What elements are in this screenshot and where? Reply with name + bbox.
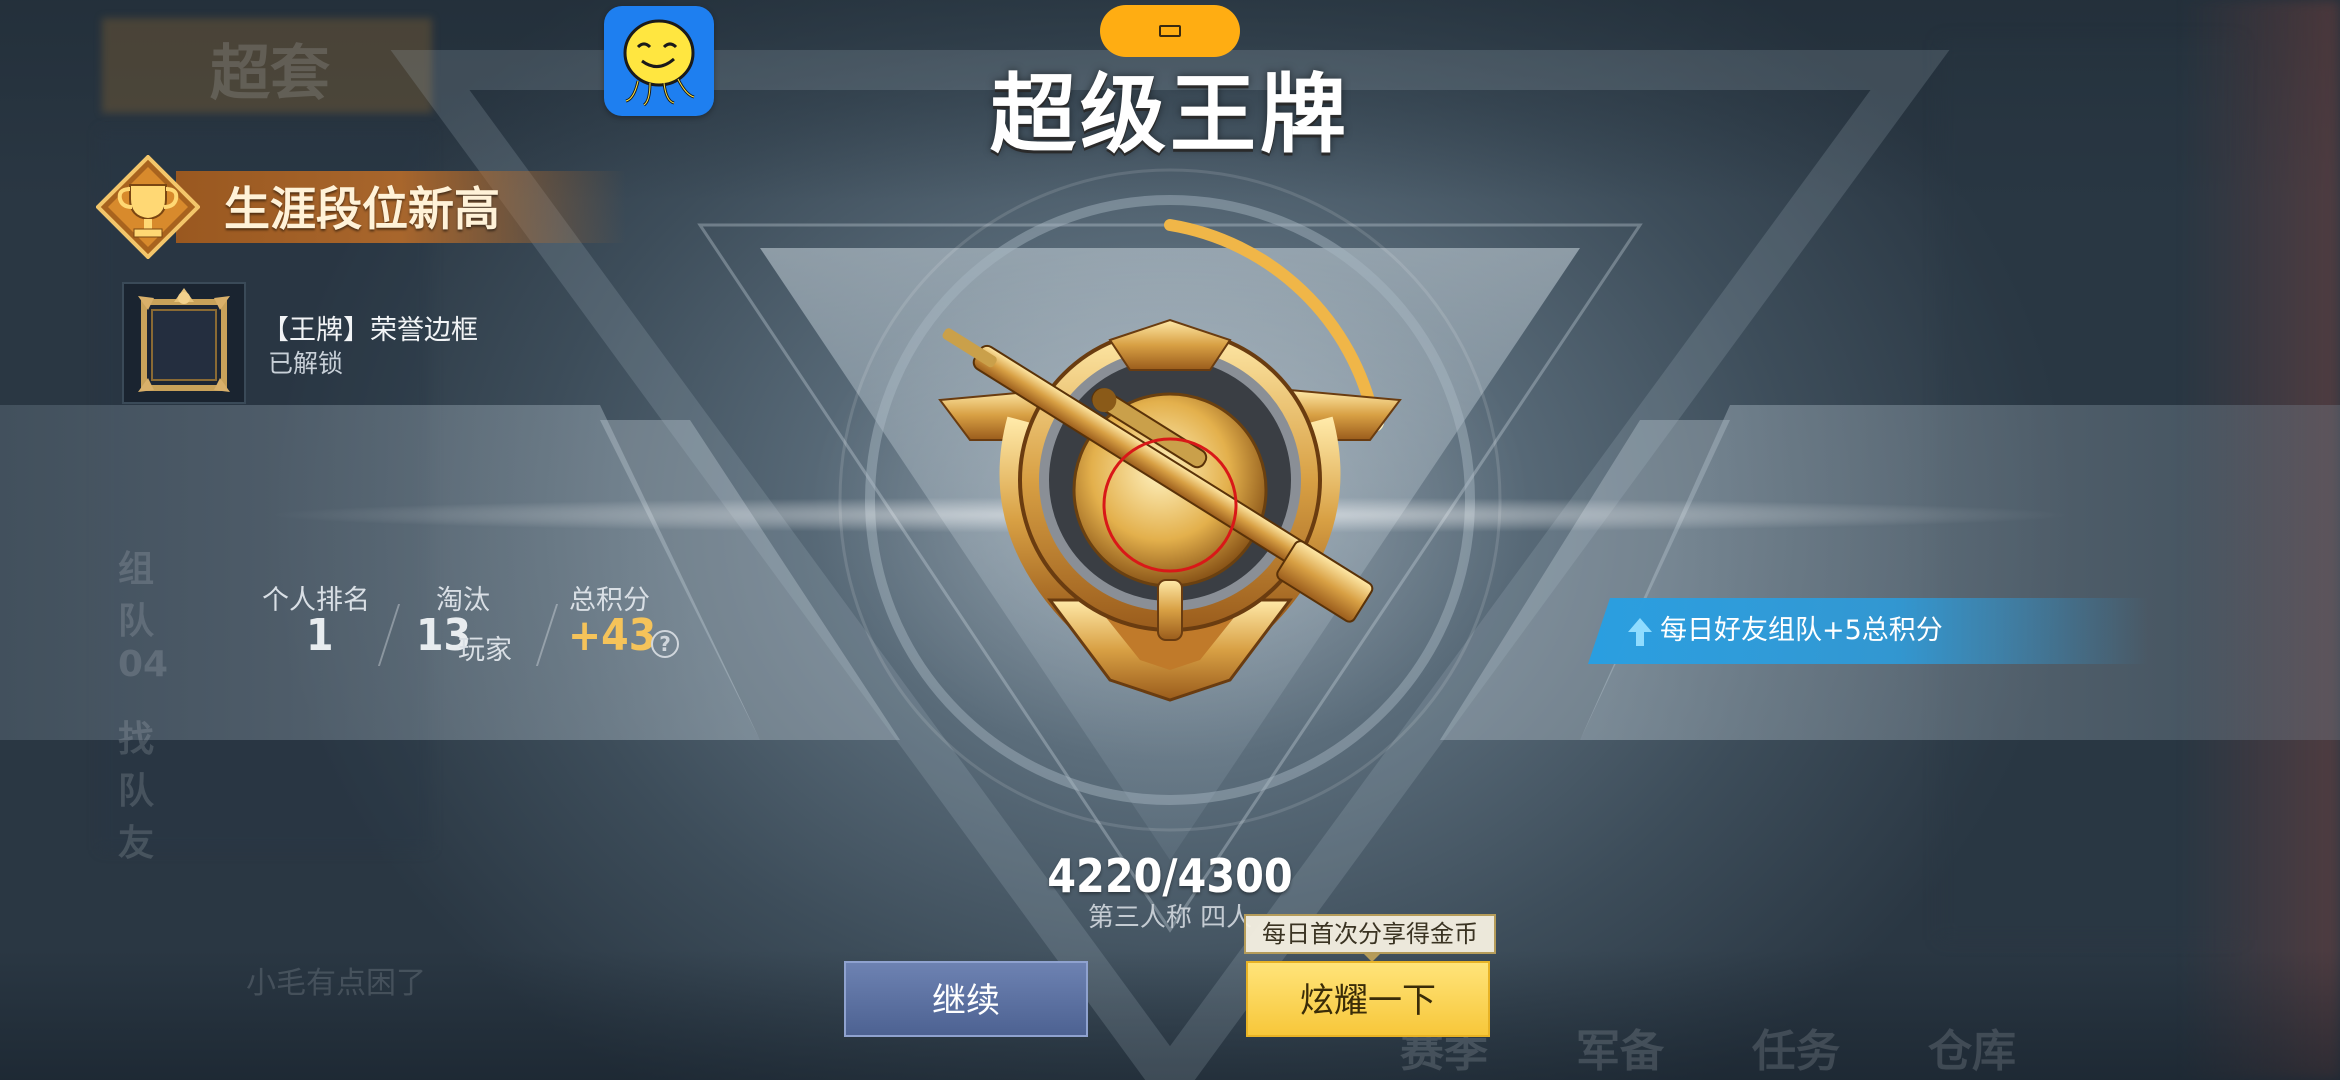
record-icon: [1159, 25, 1181, 37]
friend-bonus-banner: 每日好友组队+5总积分: [1588, 598, 2148, 664]
rank-value: 1: [306, 610, 334, 661]
share-button[interactable]: 炫耀一下: [1246, 961, 1490, 1037]
rank-title: 超级王牌: [990, 65, 1350, 165]
career-high-banner: 生涯段位新高: [96, 155, 626, 265]
honor-frame-icon: [138, 288, 230, 392]
ace-rank-emblem-icon: [938, 219, 1402, 702]
up-arrow-icon: [1628, 618, 1652, 646]
background-ghost-text: 小毛有点困了: [246, 966, 426, 1001]
smiley-octopus-logo-icon: [623, 19, 695, 107]
share-reward-tooltip: 每日首次分享得金币: [1244, 914, 1496, 962]
trophy-icon: [96, 155, 200, 259]
friend-bonus-text: 每日好友组队+5总积分: [1660, 615, 1943, 646]
reward-name: 【王牌】荣誉边框: [262, 315, 478, 346]
background-ghost-text: 找队友: [118, 719, 155, 864]
background-ghost-text: 超套: [210, 39, 330, 109]
screen-record-indicator[interactable]: [1100, 5, 1240, 57]
career-banner-label: 生涯段位新高: [224, 182, 500, 236]
help-icon[interactable]: ?: [651, 630, 679, 658]
rank-points-progress: 4220/4300: [1047, 849, 1293, 903]
continue-button[interactable]: 继续: [844, 961, 1088, 1037]
reward-frame-thumbnail[interactable]: [122, 282, 246, 404]
kills-unit: 玩家: [458, 635, 512, 666]
background-ghost-text: 赛季 军备 任务 仓库: [1400, 1026, 2016, 1077]
points-value: +43: [568, 610, 657, 661]
background-ghost-text: 组队 04: [118, 549, 169, 685]
app-logo[interactable]: [604, 6, 714, 116]
reward-status: 已解锁: [268, 349, 344, 378]
game-result-screen: 超套 组队 04 找队友 小毛有点困了 赛季 军备 任务 仓库 超级王牌 生涯段…: [0, 0, 2340, 1080]
